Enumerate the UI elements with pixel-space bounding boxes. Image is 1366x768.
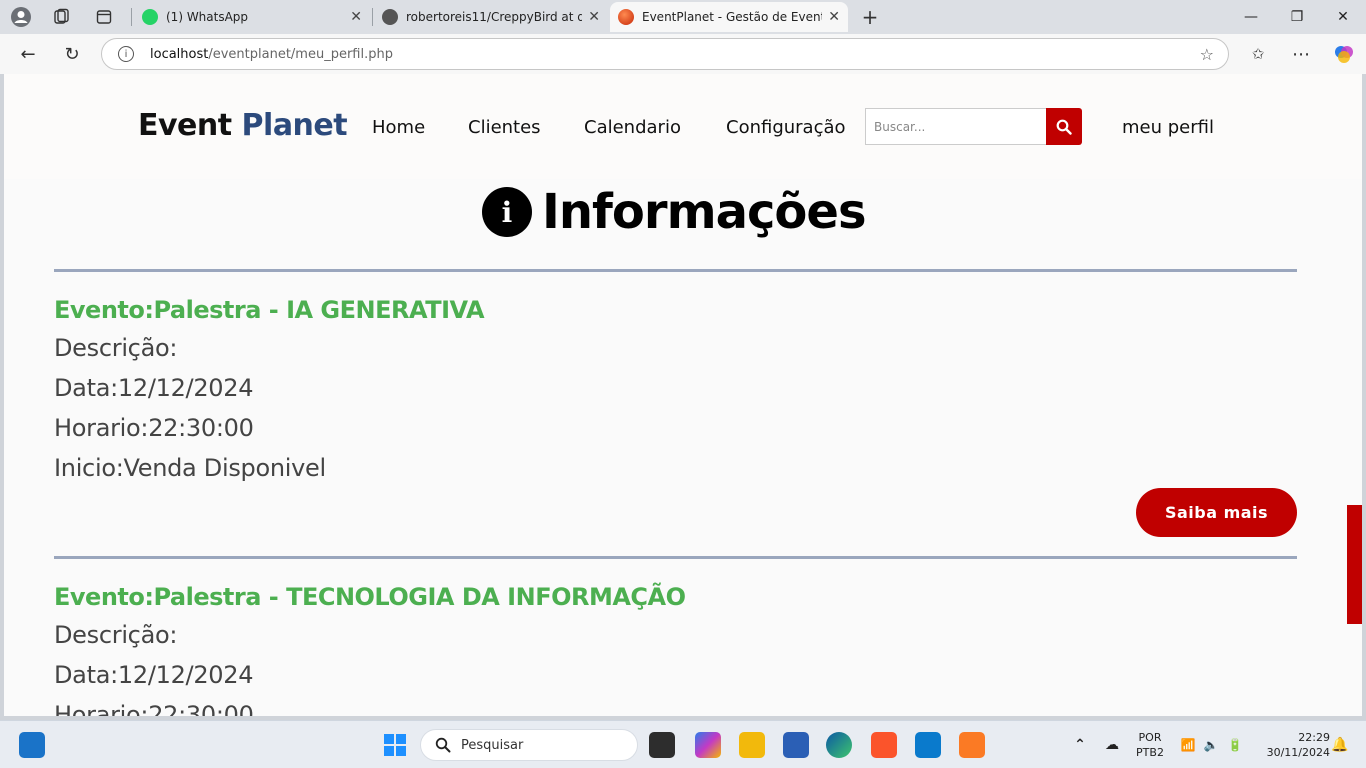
restore-icon[interactable]: ❐ <box>1274 4 1320 30</box>
nav-clientes[interactable]: Clientes <box>468 117 541 138</box>
event-date: Data:12/12/2024 <box>54 374 254 402</box>
taskbar-search-label: Pesquisar <box>461 737 524 753</box>
favorite-star-icon[interactable]: ☆ <box>1200 45 1214 64</box>
workspaces-icon[interactable] <box>48 5 74 29</box>
store-icon[interactable] <box>783 732 809 758</box>
page-scrollbar-thumb[interactable] <box>1347 505 1362 624</box>
page-title: Informações <box>542 184 867 240</box>
nav-meu-perfil[interactable]: meu perfil <box>1122 117 1214 138</box>
clock-time: 22:29 <box>1298 731 1330 744</box>
search-icon <box>435 737 451 753</box>
event-time: Horario:22:30:00 <box>54 414 254 442</box>
event-description: Descrição: <box>54 621 178 649</box>
url-path: /eventplanet/meu_perfil.php <box>208 46 393 62</box>
taskbar-search[interactable]: Pesquisar <box>420 729 638 761</box>
reload-icon[interactable]: ↻ <box>57 40 87 68</box>
address-bar[interactable]: i localhost/eventplanet/meu_perfil.php ☆ <box>101 38 1229 70</box>
site-info-icon[interactable]: i <box>118 46 134 62</box>
search-input[interactable]: Buscar... <box>865 108 1047 145</box>
edge-icon[interactable] <box>826 732 852 758</box>
search-icon <box>1056 119 1072 135</box>
url-host: localhost <box>150 46 209 62</box>
clock-date: 30/11/2024 <box>1266 746 1330 759</box>
notification-bell-icon[interactable]: 🔔 <box>1327 732 1353 758</box>
event-time: Horario:22:30:00 <box>54 701 254 716</box>
tab-title: (1) WhatsApp <box>166 10 249 24</box>
more-options-icon[interactable]: ⋯ <box>1286 40 1316 68</box>
new-tab-icon[interactable]: + <box>857 5 883 29</box>
divider <box>54 269 1297 272</box>
language-bottom: PTB2 <box>1136 746 1164 759</box>
nav-calendario[interactable]: Calendario <box>584 117 681 138</box>
event-title: Evento:Palestra - IA GENERATIVA <box>54 296 485 324</box>
saiba-mais-button[interactable]: Saiba mais <box>1136 488 1297 537</box>
close-tab-icon[interactable]: ✕ <box>350 9 362 25</box>
event-title: Evento:Palestra - TECNOLOGIA DA INFORMAÇ… <box>54 583 686 611</box>
volume-icon[interactable]: 🔈 <box>1198 732 1224 758</box>
back-icon[interactable]: ← <box>13 40 43 68</box>
page-viewport: Event Planet Home Clientes Calendario Co… <box>4 74 1362 716</box>
section-heading: i Informações <box>482 184 867 240</box>
tab-separator <box>131 8 132 26</box>
browser-toolbar: ← ↻ i localhost/eventplanet/meu_perfil.p… <box>0 34 1366 74</box>
event-card: Evento:Palestra - IA GENERATIVA Descriçã… <box>54 296 1297 537</box>
divider <box>54 556 1297 559</box>
clock[interactable]: 22:29 30/11/2024 <box>1254 730 1330 760</box>
onedrive-icon[interactable]: ☁ <box>1099 732 1125 758</box>
minimize-icon[interactable]: — <box>1228 4 1274 30</box>
file-explorer-icon[interactable] <box>739 732 765 758</box>
start-icon[interactable] <box>382 732 408 758</box>
favorites-icon[interactable]: ✩ <box>1243 40 1273 68</box>
tab-github[interactable]: robertoreis11/CreppyBird at deve ✕ <box>374 2 608 32</box>
language-top: POR <box>1138 731 1162 744</box>
github-icon <box>382 9 398 25</box>
copilot-app-icon[interactable] <box>695 732 721 758</box>
vscode-icon[interactable] <box>915 732 941 758</box>
info-circle-icon: i <box>482 187 532 237</box>
copilot-icon[interactable] <box>1329 40 1359 68</box>
tab-separator <box>372 8 373 26</box>
tab-eventplanet[interactable]: EventPlanet - Gestão de Eventos ✕ <box>610 2 848 32</box>
site-icon <box>618 9 634 25</box>
tray-chevron-icon[interactable]: ⌃ <box>1067 732 1093 758</box>
event-card: Evento:Palestra - TECNOLOGIA DA INFORMAÇ… <box>54 583 1297 716</box>
taskbar: Pesquisar ⌃ ☁ POR PTB2 📶 🔈 🔋 22:29 30/11… <box>0 720 1366 768</box>
tab-title: EventPlanet - Gestão de Eventos <box>642 10 823 24</box>
site-logo[interactable]: Event Planet <box>138 108 348 143</box>
event-date: Data:12/12/2024 <box>54 661 254 689</box>
language-indicator[interactable]: POR PTB2 <box>1132 730 1168 760</box>
nav-home[interactable]: Home <box>372 117 425 138</box>
profile-icon[interactable] <box>8 5 34 29</box>
close-tab-icon[interactable]: ✕ <box>828 9 840 25</box>
xampp-icon[interactable] <box>959 732 985 758</box>
event-description: Descrição: <box>54 334 178 362</box>
nav-configuracao[interactable]: Configuração <box>726 117 846 138</box>
tab-whatsapp[interactable]: (1) WhatsApp ✕ <box>134 2 370 32</box>
logo-main: Event <box>138 108 232 143</box>
task-view-icon[interactable] <box>649 732 675 758</box>
search-button[interactable] <box>1046 108 1082 145</box>
tab-actions-icon[interactable] <box>91 5 117 29</box>
browser-tab-strip: (1) WhatsApp ✕ robertoreis11/CreppyBird … <box>0 0 1366 34</box>
battery-icon[interactable]: 🔋 <box>1222 732 1248 758</box>
brave-icon[interactable] <box>871 732 897 758</box>
close-tab-icon[interactable]: ✕ <box>588 9 600 25</box>
close-window-icon[interactable]: ✕ <box>1320 4 1366 30</box>
site-header: Event Planet Home Clientes Calendario Co… <box>4 74 1362 179</box>
whatsapp-icon <box>142 9 158 25</box>
widgets-icon[interactable] <box>19 732 45 758</box>
logo-accent: Planet <box>241 108 348 143</box>
event-start: Inicio:Venda Disponivel <box>54 454 326 482</box>
tab-title: robertoreis11/CreppyBird at deve <box>406 10 583 24</box>
